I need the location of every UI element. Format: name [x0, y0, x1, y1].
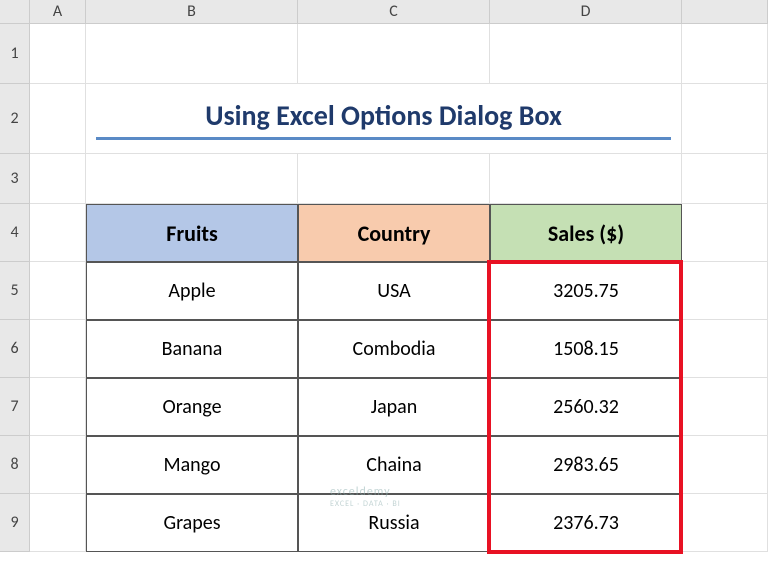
- col-header-C[interactable]: C: [298, 0, 490, 24]
- row-header-6[interactable]: 6: [0, 320, 30, 378]
- cell-sales-4[interactable]: 2376.73: [490, 494, 682, 552]
- row-header-7[interactable]: 7: [0, 378, 30, 436]
- row-6: 6 Banana Combodia 1508.15: [0, 320, 768, 378]
- cell-E2[interactable]: [682, 84, 768, 154]
- row-2: 2 Using Excel Options Dialog Box: [0, 84, 768, 154]
- cell-E7[interactable]: [682, 378, 768, 436]
- header-country[interactable]: Country: [298, 204, 490, 262]
- spreadsheet-grid: A B C D 1 2 Using Excel Options Dialog B…: [0, 0, 768, 552]
- cell-E6[interactable]: [682, 320, 768, 378]
- row-header-9[interactable]: 9: [0, 494, 30, 552]
- cell-sales-3[interactable]: 2983.65: [490, 436, 682, 494]
- cell-fruit-3[interactable]: Mango: [86, 436, 298, 494]
- row-4: 4 Fruits Country Sales ($): [0, 204, 768, 262]
- row-7: 7 Orange Japan 2560.32: [0, 378, 768, 436]
- cell-fruit-0[interactable]: Apple: [86, 262, 298, 320]
- cell-fruit-2[interactable]: Orange: [86, 378, 298, 436]
- cell-E1[interactable]: [682, 24, 768, 84]
- cell-A7[interactable]: [30, 378, 86, 436]
- cell-fruit-1[interactable]: Banana: [86, 320, 298, 378]
- cell-E9[interactable]: [682, 494, 768, 552]
- cell-A4[interactable]: [30, 204, 86, 262]
- cell-A3[interactable]: [30, 154, 86, 204]
- header-fruits[interactable]: Fruits: [86, 204, 298, 262]
- cell-A6[interactable]: [30, 320, 86, 378]
- page-title: Using Excel Options Dialog Box: [96, 98, 671, 140]
- cell-sales-2[interactable]: 2560.32: [490, 378, 682, 436]
- cell-C3[interactable]: [298, 154, 490, 204]
- row-header-1[interactable]: 1: [0, 24, 30, 84]
- cell-A2[interactable]: [30, 84, 86, 154]
- row-header-2[interactable]: 2: [0, 84, 30, 154]
- column-headers: A B C D: [0, 0, 768, 24]
- cell-E3[interactable]: [682, 154, 768, 204]
- cell-A8[interactable]: [30, 436, 86, 494]
- row-5: 5 Apple USA 3205.75: [0, 262, 768, 320]
- cell-E4[interactable]: [682, 204, 768, 262]
- row-header-3[interactable]: 3: [0, 154, 30, 204]
- header-sales[interactable]: Sales ($): [490, 204, 682, 262]
- cell-country-1[interactable]: Combodia: [298, 320, 490, 378]
- cell-D3[interactable]: [490, 154, 682, 204]
- cell-D1[interactable]: [490, 24, 682, 84]
- watermark-sub: EXCEL · DATA · BI: [330, 499, 401, 509]
- cell-C1[interactable]: [298, 24, 490, 84]
- cell-country-2[interactable]: Japan: [298, 378, 490, 436]
- col-header-extra: [682, 0, 768, 24]
- row-header-5[interactable]: 5: [0, 262, 30, 320]
- cell-B3[interactable]: [86, 154, 298, 204]
- cell-country-0[interactable]: USA: [298, 262, 490, 320]
- row-header-4[interactable]: 4: [0, 204, 30, 262]
- cell-A5[interactable]: [30, 262, 86, 320]
- col-header-B[interactable]: B: [86, 0, 298, 24]
- title-cell[interactable]: Using Excel Options Dialog Box: [86, 84, 682, 154]
- cell-sales-0[interactable]: 3205.75: [490, 262, 682, 320]
- watermark-main: exceldemy: [330, 485, 391, 499]
- cell-E5[interactable]: [682, 262, 768, 320]
- cell-sales-1[interactable]: 1508.15: [490, 320, 682, 378]
- select-all-corner[interactable]: [0, 0, 30, 24]
- watermark: exceldemy EXCEL · DATA · BI: [330, 485, 401, 509]
- row-1: 1: [0, 24, 768, 84]
- row-header-8[interactable]: 8: [0, 436, 30, 494]
- cell-A9[interactable]: [30, 494, 86, 552]
- cell-E8[interactable]: [682, 436, 768, 494]
- row-3: 3: [0, 154, 768, 204]
- cell-fruit-4[interactable]: Grapes: [86, 494, 298, 552]
- cell-A1[interactable]: [30, 24, 86, 84]
- col-header-D[interactable]: D: [490, 0, 682, 24]
- col-header-A[interactable]: A: [30, 0, 86, 24]
- cell-B1[interactable]: [86, 24, 298, 84]
